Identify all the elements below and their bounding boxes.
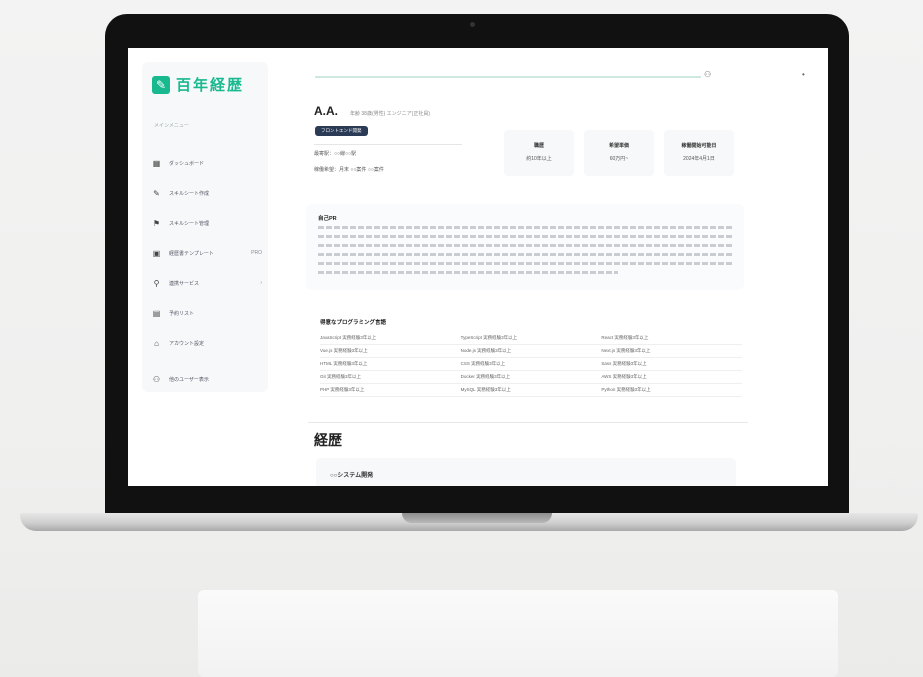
self-pr-card: 自己PR <box>306 204 744 290</box>
skill-cell: PHP 実務経験3年以上 <box>320 387 365 392</box>
user-icon[interactable]: ⚇ <box>704 70 711 79</box>
folder-icon: ▣ <box>152 248 161 258</box>
sidebar: ✎ 百年経歴 メインメニュー ▦ ダッシュボード ✎ スキルシート作成 ⚑ スキ… <box>142 62 268 392</box>
pencil-icon: ✎ <box>153 188 160 198</box>
skill-cell: TypeScript 実務経験3年以上 <box>460 335 518 340</box>
table-row: PHP 実務経験3年以上 MySQL 実務経験3年以上 Python 実務経験3… <box>320 384 742 397</box>
divider <box>314 144 462 145</box>
sidebar-item-label: 経歴書テンプレート <box>169 250 214 257</box>
text-line <box>318 271 618 274</box>
sidebar-item-label: ダッシュボード <box>169 160 205 167</box>
stat-card-rate: 希望単価 60万円~ <box>584 130 654 176</box>
link-icon: ⚲ <box>153 278 160 288</box>
lock-icon: ⌂ <box>154 338 159 348</box>
sidebar-item-dashboard[interactable]: ▦ ダッシュボード <box>152 148 262 178</box>
sidebar-item-label: 他のユーザー表示 <box>169 376 209 383</box>
skill-cell: Git 実務経験3年以上 <box>320 374 362 379</box>
table-row: Git 実務経験3年以上 Docker 実務経験3年以上 AWS 実務経験3年以… <box>320 371 742 384</box>
skill-cell: JavaScript 実務経験3年以上 <box>320 335 377 340</box>
sidebar-item-badge: PRO <box>251 250 262 256</box>
table-row: HTML 実務経験3年以上 CSS 実務経験3年以上 Sass 実務経験3年以上 <box>320 358 742 371</box>
text-line <box>318 226 734 229</box>
grid-icon: ▦ <box>152 158 161 168</box>
skill-cell: MySQL 実務経験3年以上 <box>460 387 511 392</box>
text-line <box>318 244 734 247</box>
self-pr-heading: 自己PR <box>318 216 337 222</box>
stat-value: 約10年以上 <box>526 156 552 162</box>
stat-label: 稼働開始可能日 <box>681 143 717 149</box>
self-pr-text <box>318 226 734 280</box>
sidebar-item-integrations[interactable]: ⚲ 連携サービス › <box>152 268 262 298</box>
menu-label: メインメニュー <box>154 123 189 129</box>
skills-table: JavaScript 実務経験3年以上 TypeScript 実務経験3年以上 … <box>320 332 742 397</box>
stat-card-experience: 職歴 約10年以上 <box>504 130 574 176</box>
text-line <box>318 262 734 265</box>
stat-label: 職歴 <box>533 143 544 149</box>
sidebar-nav: ▦ ダッシュボード ✎ スキルシート作成 ⚑ スキルシート管理 ▣ 経歴書テンプ… <box>152 148 262 394</box>
laptop-screen: ✎ 百年経歴 メインメニュー ▦ ダッシュボード ✎ スキルシート作成 ⚑ スキ… <box>128 48 828 486</box>
skill-cell: Docker 実務経験3年以上 <box>460 374 511 379</box>
chevron-right-icon: › <box>260 280 262 286</box>
skill-cell: AWS 実務経験3年以上 <box>601 374 647 379</box>
profile-info-availability: 稼働希望：月末 ○○案件 ○○案件 <box>314 167 384 173</box>
progress-bar <box>315 76 701 78</box>
text-line <box>318 235 734 238</box>
calendar-icon: ▤ <box>152 308 161 318</box>
person-icon: ⚇ <box>152 374 161 384</box>
sidebar-item-label: 連携サービス <box>169 280 200 287</box>
sidebar-item-label: スキルシート作成 <box>169 190 210 197</box>
career-heading: 経歴 <box>314 432 342 448</box>
skill-cell: Next.js 実務経験3年以上 <box>601 348 651 353</box>
table-row: Vue.js 実務経験3年以上 Node.js 実務経験3年以上 Next.js… <box>320 345 742 358</box>
more-icon[interactable]: • <box>802 70 805 79</box>
stat-card-start-date: 稼働開始可能日 2024年4月1日 <box>664 130 734 176</box>
skill-cell: HTML 実務経験3年以上 <box>320 361 368 366</box>
skill-cell: Node.js 実務経験3年以上 <box>460 348 512 353</box>
flag-icon: ⚑ <box>152 218 161 228</box>
background-surface <box>198 590 838 677</box>
stat-value: 2024年4月1日 <box>683 156 715 162</box>
section-divider <box>308 422 748 423</box>
sidebar-item-other-users[interactable]: ⚇ 他のユーザー表示 <box>152 364 262 394</box>
stat-label: 希望単価 <box>608 143 629 149</box>
sidebar-item-manage-sheet[interactable]: ⚑ スキルシート管理 <box>152 208 262 238</box>
skill-cell: Python 実務経験3年以上 <box>601 387 651 392</box>
sidebar-item-label: アカウント設定 <box>169 340 205 347</box>
skill-cell: Sass 実務経験3年以上 <box>601 361 647 366</box>
profile-subtitle: 年齢 38歳(男性) エンジニア(正社員) <box>350 111 431 117</box>
sidebar-item-reservations[interactable]: ▤ 予約リスト <box>152 298 262 328</box>
sidebar-item-templates[interactable]: ▣ 経歴書テンプレート PRO <box>152 238 262 268</box>
stat-value: 60万円~ <box>609 156 629 162</box>
profile-info-station: 最寄駅：○○線○○駅 <box>314 151 357 157</box>
sidebar-item-create-sheet[interactable]: ✎ スキルシート作成 <box>152 178 262 208</box>
sidebar-item-label: 予約リスト <box>169 310 195 317</box>
brand-name: 百年経歴 <box>176 77 245 94</box>
sidebar-item-label: スキルシート管理 <box>169 220 210 227</box>
logo-icon: ✎ <box>152 75 170 94</box>
camera-icon <box>470 22 475 27</box>
app-logo[interactable]: ✎ 百年経歴 <box>152 74 244 95</box>
career-card[interactable] <box>316 458 736 486</box>
role-badge: フロントエンド開発 <box>315 126 368 136</box>
text-line <box>318 253 734 256</box>
sidebar-item-account[interactable]: ⌂ アカウント設定 <box>152 328 262 358</box>
skill-cell: Vue.js 実務経験3年以上 <box>320 348 368 353</box>
profile-name: A.A. <box>314 104 338 118</box>
career-item-title: ○○システム開発 <box>330 473 374 479</box>
skill-cell: React 実務経験3年以上 <box>601 335 649 340</box>
table-row: JavaScript 実務経験3年以上 TypeScript 実務経験3年以上 … <box>320 332 742 345</box>
skills-heading: 得意なプログラミング言語 <box>320 320 387 326</box>
laptop-hinge-notch <box>402 513 552 523</box>
skill-cell: CSS 実務経験3年以上 <box>460 361 506 366</box>
